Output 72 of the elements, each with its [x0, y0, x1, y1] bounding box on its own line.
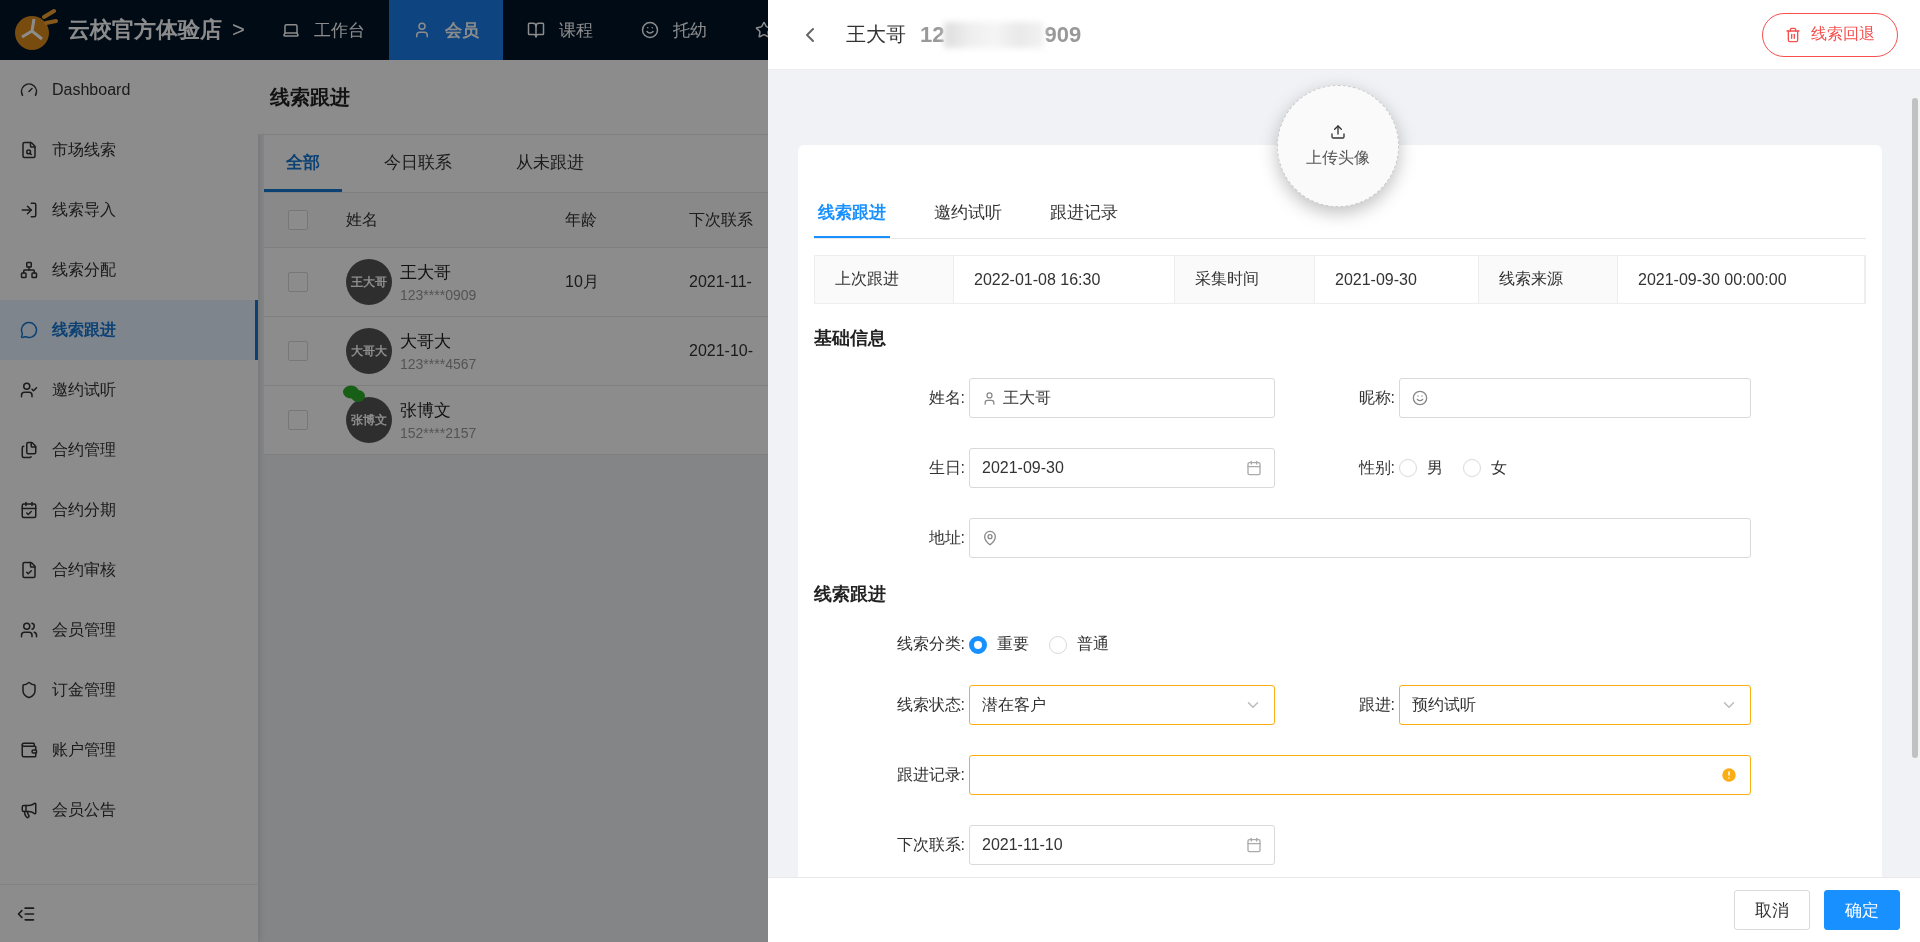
phone-number: 123****4567	[400, 356, 477, 372]
field-label: 姓名:	[927, 387, 966, 408]
field-label: 跟进记录:	[895, 764, 966, 785]
phone-number: 123****0909	[400, 287, 477, 303]
drawer-title: 王大哥	[846, 22, 906, 47]
sidebar-item[interactable]: 会员管理	[0, 600, 258, 660]
sidebar-item[interactable]: 订金管理	[0, 660, 258, 720]
table-cell-text: 2021-10-	[688, 342, 755, 360]
confirm-button[interactable]: 确定	[1824, 890, 1900, 930]
field-label: 跟进:	[1357, 694, 1396, 715]
date-field[interactable]: 2021-11-10	[969, 825, 1275, 865]
field-label: 昵称:	[1357, 387, 1396, 408]
tab[interactable]: 从未跟进	[494, 135, 606, 192]
person-name: 大哥大	[400, 331, 452, 353]
tab[interactable]: 线索跟进	[814, 189, 890, 238]
sidebar-item[interactable]: 账户管理	[0, 720, 258, 780]
radio-label: 男	[1427, 457, 1443, 478]
upload-avatar-button[interactable]: 上传头像	[1277, 85, 1399, 207]
field-label: 性别:	[1357, 457, 1396, 478]
sidebar-item[interactable]: 线索跟进	[0, 300, 258, 360]
nav-tab[interactable]: 托幼	[617, 0, 731, 60]
info-label: 线索来源	[1479, 256, 1618, 303]
column-header: 年龄	[564, 209, 598, 230]
tab[interactable]: 跟进记录	[1046, 189, 1122, 238]
select-field[interactable]: 预约试听	[1399, 685, 1751, 725]
tab[interactable]: 邀约试听	[930, 189, 1006, 238]
sidebar-item[interactable]: 会员公告	[0, 780, 258, 840]
table-cell-text: 2021-11-	[688, 273, 753, 291]
avatar-text: 王大哥	[351, 273, 387, 291]
cancel-button[interactable]: 取消	[1734, 890, 1810, 930]
nav-tab[interactable]: 工作台	[258, 0, 389, 60]
name-field[interactable]: 王大哥	[969, 378, 1275, 418]
sidebar-item[interactable]: 邀约试听	[0, 360, 258, 420]
sidebar-item[interactable]: 线索分配	[0, 240, 258, 300]
person-name: 张博文	[400, 400, 452, 422]
brand-name: 云校官方体验店	[68, 16, 222, 44]
section-title: 线索跟进	[814, 583, 887, 606]
phone-number: 909	[1044, 21, 1082, 48]
nav-tab[interactable]: 会员	[389, 0, 503, 60]
field-label: 生日:	[927, 457, 966, 478]
sidebar-item[interactable]: 合约审核	[0, 540, 258, 600]
sidebar-item[interactable]: 合约分期	[0, 480, 258, 540]
field-label: 下次联系:	[895, 834, 966, 855]
table-cell-text: 10月	[564, 271, 600, 292]
nav-tab[interactable]: 课程	[503, 0, 617, 60]
sidebar-item[interactable]: 市场线索	[0, 120, 258, 180]
field-label: 地址:	[927, 527, 966, 548]
sidebar-item[interactable]: Dashboard	[0, 60, 258, 120]
phone-number: 12	[920, 21, 945, 48]
radio-label: 重要	[997, 634, 1029, 654]
page-title: 线索跟进	[270, 84, 350, 110]
sidebar-item[interactable]: 合约管理	[0, 420, 258, 480]
revert-button[interactable]: 线索回退	[1762, 12, 1898, 57]
sidebar-item[interactable]: 线索导入	[0, 180, 258, 240]
avatar-text: 张博文	[351, 411, 387, 429]
column-header: 姓名	[345, 209, 379, 230]
info-label: 上次跟进	[815, 256, 954, 303]
radio-label: 普通	[1077, 634, 1109, 654]
section-title: 基础信息	[814, 327, 887, 350]
person-name: 王大哥	[400, 262, 452, 284]
date-field[interactable]: 2021-09-30	[969, 448, 1275, 488]
field-label: 线索分类:	[895, 634, 966, 654]
brand-chevron[interactable]: >	[232, 17, 245, 43]
column-header: 下次联系	[688, 209, 754, 230]
info-label: 采集时间	[1175, 256, 1315, 303]
radio-label: 女	[1491, 457, 1507, 478]
tab[interactable]: 今日联系	[362, 135, 474, 192]
info-value: 2021-09-30 00:00:00	[1618, 256, 1865, 303]
avatar-text: 大哥大	[351, 342, 387, 360]
phone-number: 152****2157	[400, 425, 477, 441]
select-field[interactable]: 潜在客户	[969, 685, 1275, 725]
field-label: 线索状态:	[895, 694, 966, 715]
